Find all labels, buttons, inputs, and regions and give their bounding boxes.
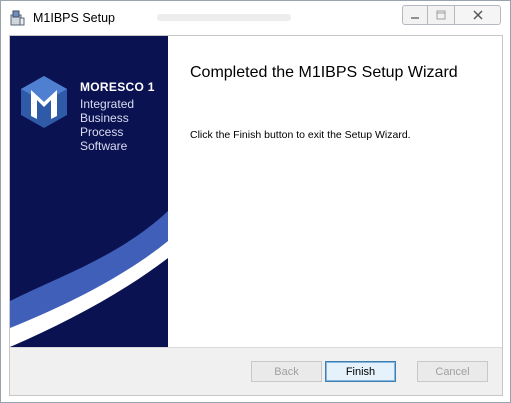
tagline-line: Software <box>80 139 128 153</box>
wizard-client-area: MORESCO 1 Integrated Business Process So… <box>9 35 503 396</box>
wizard-banner: MORESCO 1 Integrated Business Process So… <box>10 36 168 347</box>
brand-name: MORESCO 1 <box>80 80 155 94</box>
moresco-logo-icon <box>21 76 67 128</box>
cancel-button[interactable]: Cancel <box>417 361 488 382</box>
blurred-title-region <box>157 14 291 21</box>
wizard-message: Click the Finish button to exit the Setu… <box>190 129 411 141</box>
tagline-line: Process <box>80 125 124 139</box>
title-bar[interactable]: M1IBPS Setup <box>1 1 510 35</box>
maximize-icon <box>436 10 446 20</box>
wizard-heading: Completed the M1IBPS Setup Wizard <box>190 64 458 81</box>
back-button[interactable]: Back <box>251 361 322 382</box>
setup-window: M1IBPS Setup MORESCO 1 Integrated Busine… <box>0 0 511 403</box>
maximize-button[interactable] <box>427 5 455 25</box>
window-title: M1IBPS Setup <box>33 11 115 25</box>
installer-app-icon <box>10 10 25 26</box>
minimize-icon <box>411 17 419 19</box>
tagline-line: Business <box>80 111 129 125</box>
finish-button[interactable]: Finish <box>325 361 396 382</box>
close-icon <box>473 10 482 20</box>
tagline-line: Integrated <box>80 97 135 111</box>
wizard-button-bar: Back Finish Cancel <box>10 347 502 395</box>
brand-tagline: Integrated Business Process Software <box>80 97 166 153</box>
minimize-button[interactable] <box>402 5 428 25</box>
close-button[interactable] <box>454 5 501 25</box>
